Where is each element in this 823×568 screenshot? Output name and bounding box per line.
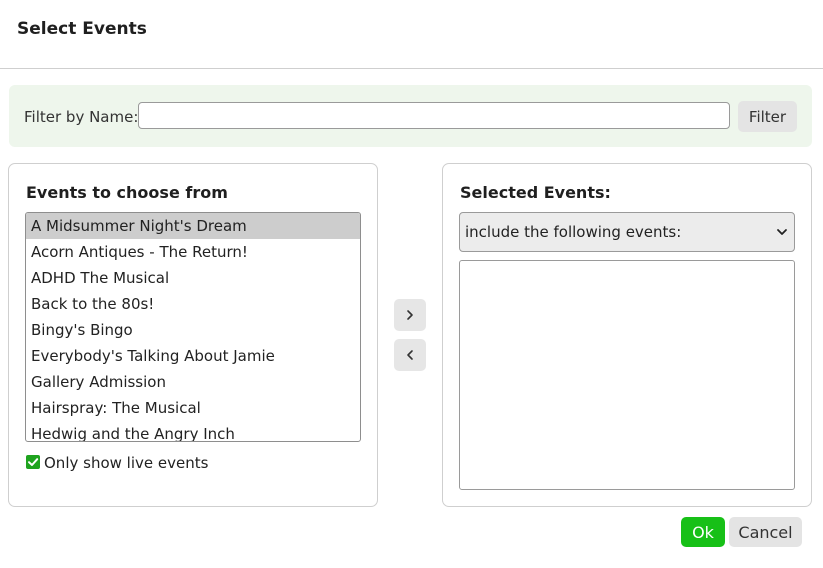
- check-icon: [28, 458, 39, 466]
- live-events-checkbox[interactable]: [26, 455, 40, 469]
- available-events-panel: Events to choose from A Midsummer Night'…: [8, 163, 378, 507]
- list-item[interactable]: Hedwig and the Angry Inch: [26, 421, 360, 441]
- selected-events-list[interactable]: [459, 260, 795, 490]
- available-events-list[interactable]: A Midsummer Night's Dream Acorn Antiques…: [25, 212, 361, 442]
- list-item[interactable]: Everybody's Talking About Jamie: [26, 343, 360, 369]
- live-events-checkbox-label[interactable]: Only show live events: [44, 454, 208, 472]
- move-right-button[interactable]: [394, 299, 426, 331]
- selected-events-title: Selected Events:: [460, 183, 611, 202]
- include-mode-select[interactable]: include the following events:: [459, 212, 795, 252]
- chevron-left-icon: [407, 350, 413, 360]
- ok-button[interactable]: Ok: [681, 517, 725, 547]
- filter-label: Filter by Name:: [24, 108, 139, 126]
- cancel-button[interactable]: Cancel: [729, 517, 802, 547]
- filter-name-input[interactable]: [138, 102, 730, 129]
- list-item[interactable]: Back to the 80s!: [26, 291, 360, 317]
- select-events-dialog: Select Events Filter by Name: Filter Eve…: [0, 0, 823, 568]
- chevron-right-icon: [407, 310, 413, 320]
- list-item[interactable]: Hairspray: The Musical: [26, 395, 360, 421]
- move-left-button[interactable]: [394, 339, 426, 371]
- filter-bar: Filter by Name: Filter: [9, 85, 812, 147]
- available-events-title: Events to choose from: [26, 183, 228, 202]
- chevron-down-icon: [777, 229, 787, 235]
- dialog-header: Select Events: [0, 0, 823, 69]
- list-item[interactable]: A Midsummer Night's Dream: [26, 213, 360, 239]
- dialog-title: Select Events: [17, 19, 147, 39]
- filter-button[interactable]: Filter: [738, 101, 797, 132]
- list-item[interactable]: Bingy's Bingo: [26, 317, 360, 343]
- list-item[interactable]: Acorn Antiques - The Return!: [26, 239, 360, 265]
- list-item[interactable]: Gallery Admission: [26, 369, 360, 395]
- selected-events-panel: Selected Events: include the following e…: [442, 163, 812, 507]
- include-mode-value: include the following events:: [465, 223, 682, 241]
- list-item[interactable]: ADHD The Musical: [26, 265, 360, 291]
